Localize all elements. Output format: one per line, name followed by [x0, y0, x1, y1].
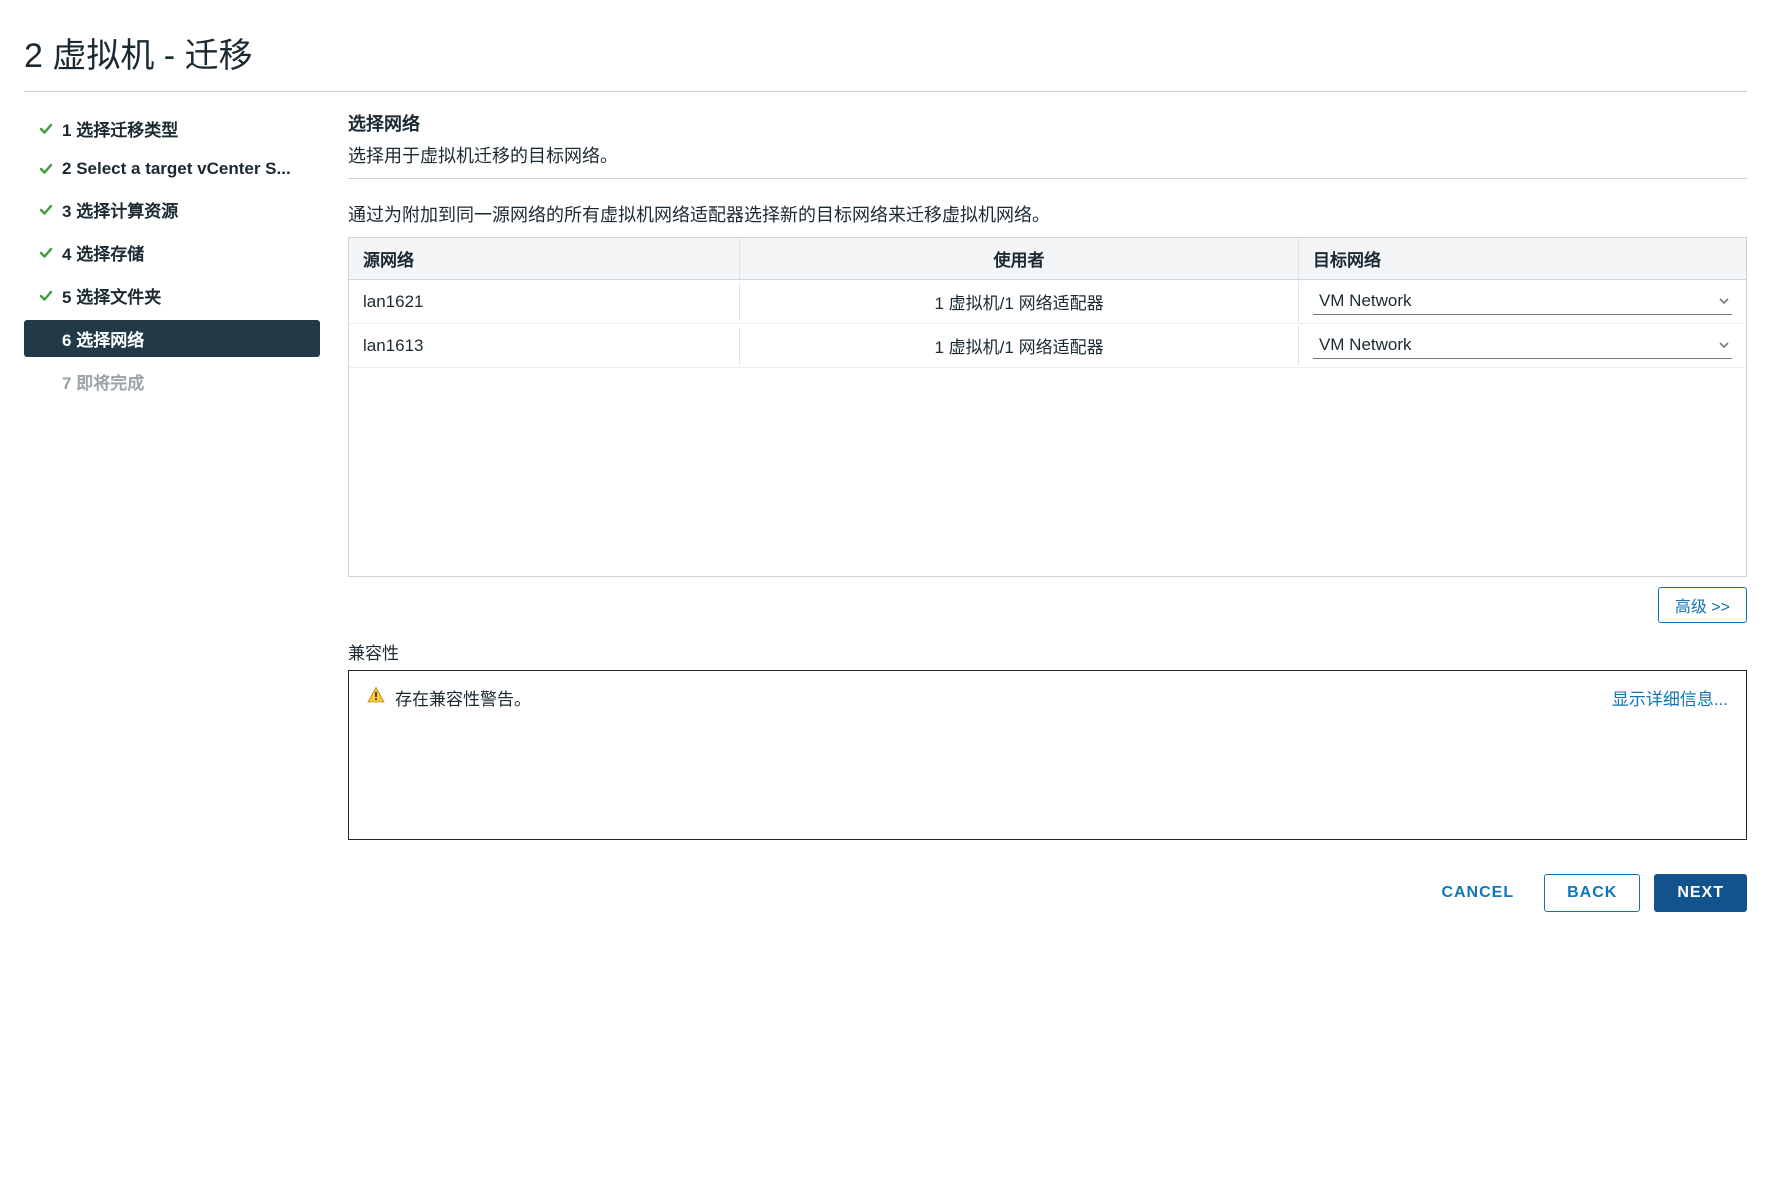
- table-row: lan1621 1 虚拟机/1 网络适配器 VM Network: [349, 280, 1746, 324]
- step-6-active[interactable]: 6 选择网络: [24, 320, 320, 357]
- main-panel: 选择网络 选择用于虚拟机迁移的目标网络。 通过为附加到同一源网络的所有虚拟机网络…: [348, 110, 1747, 912]
- table-row: lan1613 1 虚拟机/1 网络适配器 VM Network: [349, 324, 1746, 368]
- step-label: 2 Select a target vCenter S...: [62, 159, 291, 179]
- wizard-footer: CANCEL BACK NEXT: [348, 874, 1747, 912]
- checkmark-icon: [38, 289, 54, 303]
- step-label: 1 选择迁移类型: [62, 116, 178, 141]
- section-divider: [348, 178, 1747, 179]
- wizard-steps: 1 选择迁移类型 2 Select a target vCenter S... …: [24, 110, 320, 912]
- back-button[interactable]: BACK: [1544, 874, 1640, 912]
- cell-source: lan1613: [349, 328, 740, 364]
- title-divider: [24, 91, 1747, 92]
- warning-icon: [367, 686, 385, 709]
- cell-usedby: 1 虚拟机/1 网络适配器: [740, 325, 1299, 366]
- col-header-usedby[interactable]: 使用者: [740, 238, 1299, 279]
- cell-usedby: 1 虚拟机/1 网络适配器: [740, 281, 1299, 322]
- destination-network-select[interactable]: VM Network: [1313, 288, 1732, 315]
- step-label: 4 选择存储: [62, 240, 144, 265]
- dialog-title: 2 虚拟机 - 迁移: [24, 28, 1747, 77]
- section-title: 选择网络: [348, 110, 1747, 136]
- cancel-button[interactable]: CANCEL: [1425, 874, 1530, 912]
- step-label: 6 选择网络: [62, 326, 144, 351]
- checkmark-icon: [38, 122, 54, 136]
- step-7-pending: 7 即将完成: [24, 363, 320, 400]
- checkmark-icon: [38, 246, 54, 260]
- chevron-down-icon: [1718, 295, 1730, 307]
- step-label: 3 选择计算资源: [62, 197, 178, 222]
- next-button[interactable]: NEXT: [1654, 874, 1747, 912]
- step-3[interactable]: 3 选择计算资源: [24, 191, 320, 228]
- step-2[interactable]: 2 Select a target vCenter S...: [24, 153, 320, 185]
- advanced-button[interactable]: 高级 >>: [1658, 587, 1747, 623]
- chevron-down-icon: [1718, 339, 1730, 351]
- checkmark-icon: [38, 162, 54, 176]
- step-5[interactable]: 5 选择文件夹: [24, 277, 320, 314]
- step-label: 7 即将完成: [62, 369, 144, 394]
- instruction-text: 通过为附加到同一源网络的所有虚拟机网络适配器选择新的目标网络来迁移虚拟机网络。: [348, 201, 1747, 227]
- compatibility-box: 存在兼容性警告。 显示详细信息...: [348, 670, 1747, 840]
- show-details-link[interactable]: 显示详细信息...: [1612, 685, 1728, 710]
- step-4[interactable]: 4 选择存储: [24, 234, 320, 271]
- section-description: 选择用于虚拟机迁移的目标网络。: [348, 142, 1747, 168]
- cell-source: lan1621: [349, 284, 740, 320]
- table-header: 源网络 使用者 目标网络: [349, 238, 1746, 280]
- step-1[interactable]: 1 选择迁移类型: [24, 110, 320, 147]
- col-header-source[interactable]: 源网络: [349, 238, 740, 279]
- select-value: VM Network: [1319, 335, 1412, 355]
- step-label: 5 选择文件夹: [62, 283, 161, 308]
- network-table: 源网络 使用者 目标网络 lan1621 1 虚拟机/1 网络适配器 VM Ne…: [348, 237, 1747, 577]
- col-header-destination[interactable]: 目标网络: [1299, 238, 1746, 279]
- destination-network-select[interactable]: VM Network: [1313, 332, 1732, 359]
- compatibility-warning-text: 存在兼容性警告。: [395, 685, 531, 710]
- checkmark-icon: [38, 203, 54, 217]
- select-value: VM Network: [1319, 291, 1412, 311]
- compatibility-label: 兼容性: [348, 639, 1747, 664]
